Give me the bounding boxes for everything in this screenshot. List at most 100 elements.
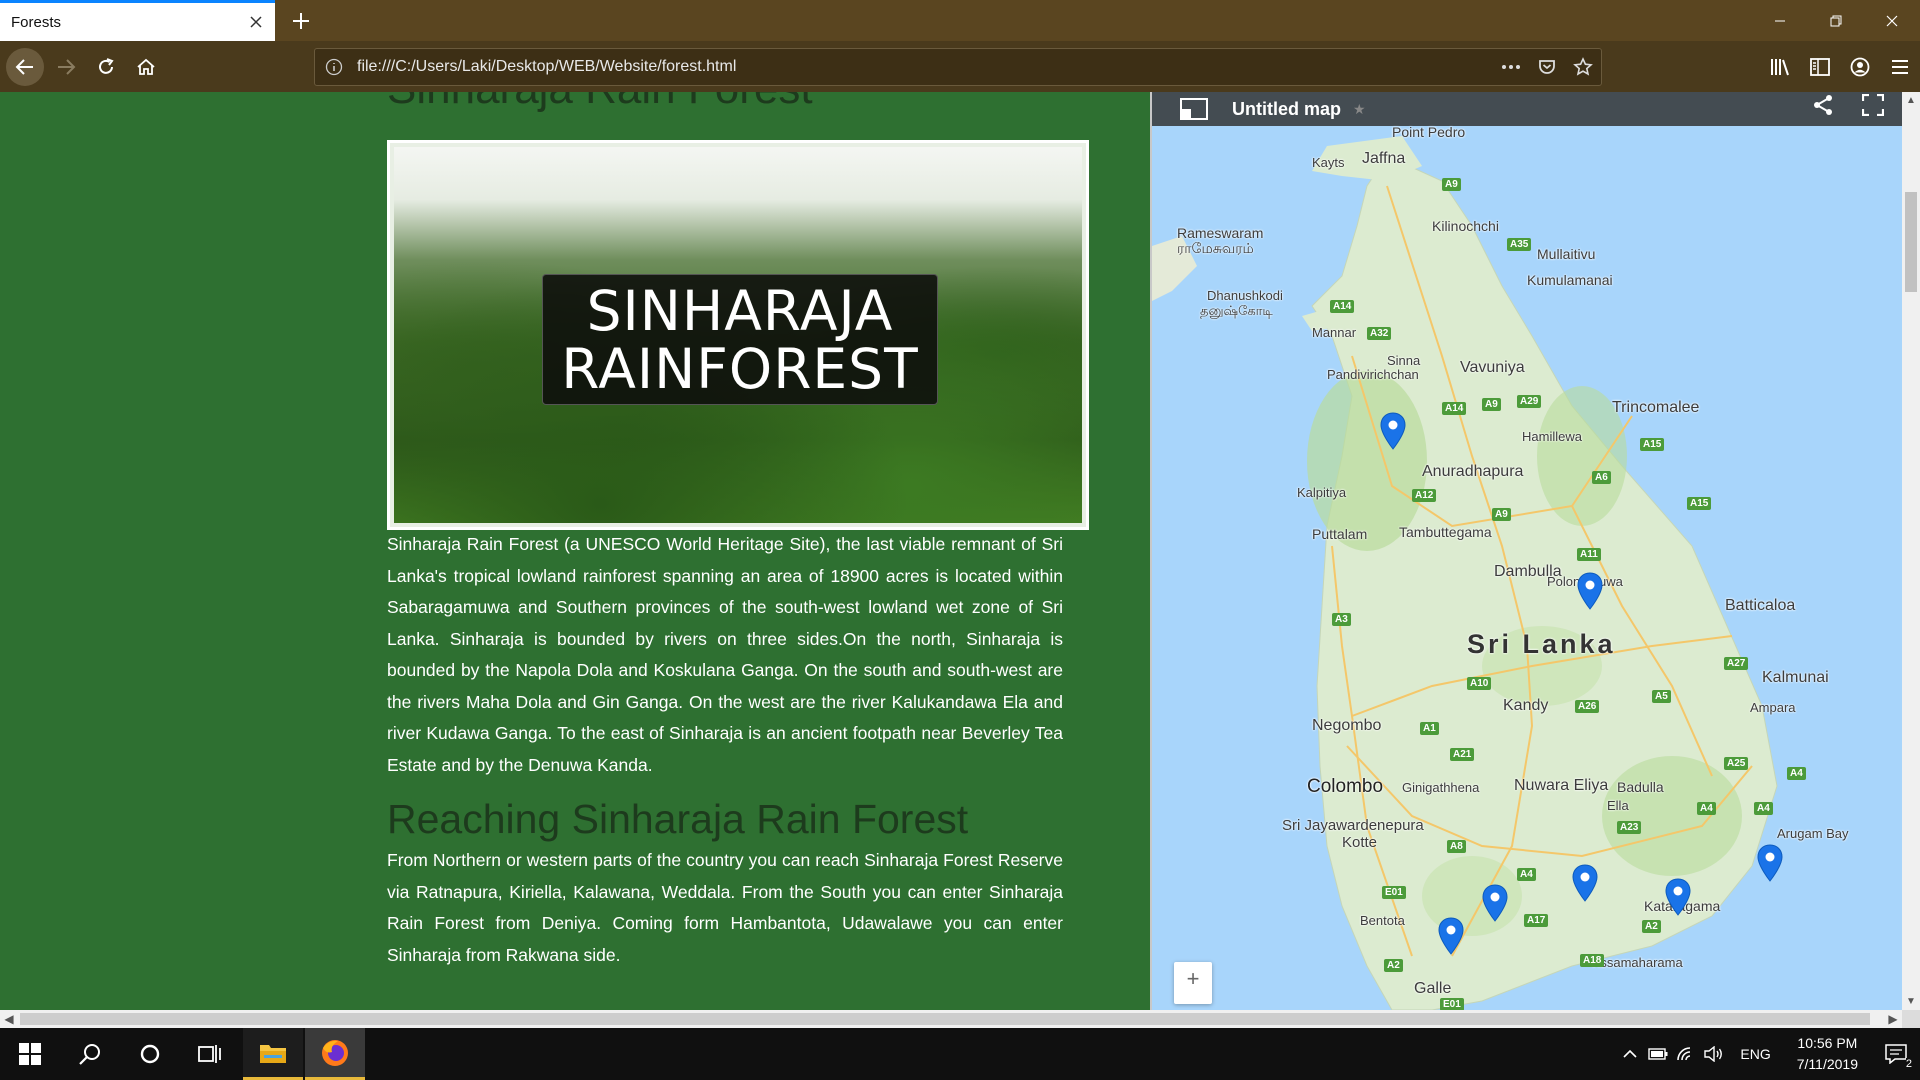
restore-icon[interactable] xyxy=(1808,0,1864,41)
file-explorer-icon[interactable] xyxy=(243,1028,303,1080)
map-pin-icon[interactable] xyxy=(1482,884,1508,922)
chevron-up-icon[interactable] xyxy=(1616,1028,1644,1080)
vertical-scrollbar[interactable]: ▲ ▼ xyxy=(1902,92,1920,1010)
new-tab-icon[interactable] xyxy=(284,4,318,38)
scroll-left-icon[interactable]: ◀ xyxy=(0,1010,18,1028)
more-actions-icon[interactable] xyxy=(1493,49,1529,85)
close-window-icon[interactable] xyxy=(1864,0,1920,41)
map-pin-icon[interactable] xyxy=(1757,844,1783,882)
map-label: Batticaloa xyxy=(1725,597,1796,614)
road-shield: A9 xyxy=(1482,398,1501,411)
map-label: Vavuniya xyxy=(1460,359,1525,376)
firefox-icon[interactable] xyxy=(305,1028,365,1080)
road-shield: A25 xyxy=(1724,757,1749,770)
bookmark-star-icon[interactable] xyxy=(1565,49,1601,85)
map-label: Mullaitivu xyxy=(1537,246,1596,262)
wifi-icon[interactable] xyxy=(1672,1028,1700,1080)
reload-icon[interactable] xyxy=(87,48,125,86)
minimize-icon[interactable] xyxy=(1752,0,1808,41)
account-icon[interactable] xyxy=(1840,48,1880,86)
fullscreen-icon[interactable] xyxy=(1861,93,1885,121)
map-pin-icon[interactable] xyxy=(1577,572,1603,610)
road-shield: E01 xyxy=(1440,998,1464,1010)
map-label: Ella xyxy=(1607,798,1629,813)
map-label: Sri Jayawardenepura xyxy=(1282,817,1424,834)
map-label: Arugam Bay xyxy=(1777,826,1849,841)
navigation-toolbar: file:///C:/Users/Laki/Desktop/WEB/Websit… xyxy=(0,41,1920,92)
road-shield: A4 xyxy=(1697,802,1716,815)
road-shield: A8 xyxy=(1447,840,1466,853)
map-pin-icon[interactable] xyxy=(1572,864,1598,902)
road-shield: A35 xyxy=(1507,238,1532,251)
notification-count: 2 xyxy=(1905,1058,1912,1070)
notifications-icon[interactable]: 2 xyxy=(1872,1028,1920,1080)
intro-paragraph: Sinharaja Rain Forest (a UNESCO World He… xyxy=(387,534,1063,775)
scroll-up-icon[interactable]: ▲ xyxy=(1902,92,1920,109)
banner-title-line-2: RAINFOREST xyxy=(561,336,919,401)
tab-forests[interactable]: Forests xyxy=(0,0,275,41)
road-shield: A21 xyxy=(1450,748,1475,761)
scroll-right-icon[interactable]: ▶ xyxy=(1884,1010,1902,1028)
map-panel-icon[interactable] xyxy=(1180,98,1208,120)
map-label: Sinna xyxy=(1387,353,1421,368)
url-bar[interactable]: file:///C:/Users/Laki/Desktop/WEB/Websit… xyxy=(314,48,1602,86)
search-icon[interactable] xyxy=(60,1028,120,1080)
library-icon[interactable] xyxy=(1760,48,1800,86)
scroll-corner xyxy=(1902,1010,1920,1028)
map-label: Kayts xyxy=(1312,155,1345,170)
windows-start-icon[interactable] xyxy=(0,1028,60,1080)
zoom-in-button[interactable]: + xyxy=(1174,962,1212,1004)
map-label: Ampara xyxy=(1750,700,1796,715)
task-view-icon[interactable] xyxy=(180,1028,240,1080)
sidebar-icon[interactable] xyxy=(1800,48,1840,86)
close-tab-icon[interactable] xyxy=(241,7,271,37)
windows-taskbar: ENG 10:56 PM 7/11/2019 2 xyxy=(0,1028,1920,1080)
map-label: Dhanushkodi xyxy=(1207,288,1283,303)
map-label: Nuwara Eliya xyxy=(1514,777,1609,794)
map-star-icon[interactable]: ★ xyxy=(1353,101,1366,118)
google-map-embed[interactable]: Untitled map ★ Point Pedro Kayts Jaffna … xyxy=(1150,92,1902,1010)
map-label: ராமேசுவரம் xyxy=(1177,240,1254,256)
map-label: Rameswaram xyxy=(1177,225,1264,241)
url-text[interactable]: file:///C:/Users/Laki/Desktop/WEB/Websit… xyxy=(353,58,1493,76)
share-icon[interactable] xyxy=(1812,94,1834,121)
cortana-icon[interactable] xyxy=(120,1028,180,1080)
map-label: Ginigathhena xyxy=(1402,780,1480,795)
reaching-paragraph: From Northern or western parts of the co… xyxy=(387,850,1063,965)
map-label: Bentota xyxy=(1360,913,1405,928)
map-pin-icon[interactable] xyxy=(1665,878,1691,916)
map-label: Pandivirichchan xyxy=(1327,367,1419,382)
road-shield: A4 xyxy=(1754,802,1773,815)
banner-title-panel: SINHARAJA RAINFOREST xyxy=(542,274,938,405)
volume-icon[interactable] xyxy=(1700,1028,1728,1080)
forward-arrow-icon[interactable] xyxy=(47,48,85,86)
road-shield: A14 xyxy=(1442,402,1467,415)
map-header: Untitled map ★ xyxy=(1152,92,1902,126)
map-label: Kumulamanai xyxy=(1527,272,1613,288)
language-indicator[interactable]: ENG xyxy=(1728,1046,1782,1062)
horizontal-scrollbar[interactable]: ◀ ▶ xyxy=(0,1010,1902,1028)
road-shield: A9 xyxy=(1492,508,1511,521)
scroll-down-icon[interactable]: ▼ xyxy=(1902,993,1920,1010)
menu-icon[interactable] xyxy=(1880,48,1920,86)
home-icon[interactable] xyxy=(127,48,165,86)
banner-title-line-1: SINHARAJA xyxy=(586,278,894,343)
map-pin-icon[interactable] xyxy=(1438,917,1464,955)
road-shield: A6 xyxy=(1592,471,1611,484)
battery-icon[interactable] xyxy=(1644,1028,1672,1080)
map-label: Trincomalee xyxy=(1612,399,1700,416)
map-pin-icon[interactable] xyxy=(1380,412,1406,450)
clock[interactable]: 10:56 PM 7/11/2019 xyxy=(1783,1033,1872,1075)
back-arrow-icon[interactable] xyxy=(6,48,44,86)
road-shield: A10 xyxy=(1467,677,1492,690)
horizontal-scroll-thumb[interactable] xyxy=(20,1013,1870,1025)
info-icon[interactable] xyxy=(315,58,353,76)
map-label: Hamillewa xyxy=(1522,429,1582,444)
pocket-icon[interactable] xyxy=(1529,49,1565,85)
forest-photo: SINHARAJA RAINFOREST xyxy=(394,147,1082,523)
map-label: Point Pedro xyxy=(1392,124,1466,140)
vertical-scroll-thumb[interactable] xyxy=(1905,192,1917,292)
map-label: Badulla xyxy=(1617,779,1664,795)
map-label: Galle xyxy=(1414,980,1452,997)
window-controls xyxy=(1752,0,1920,41)
